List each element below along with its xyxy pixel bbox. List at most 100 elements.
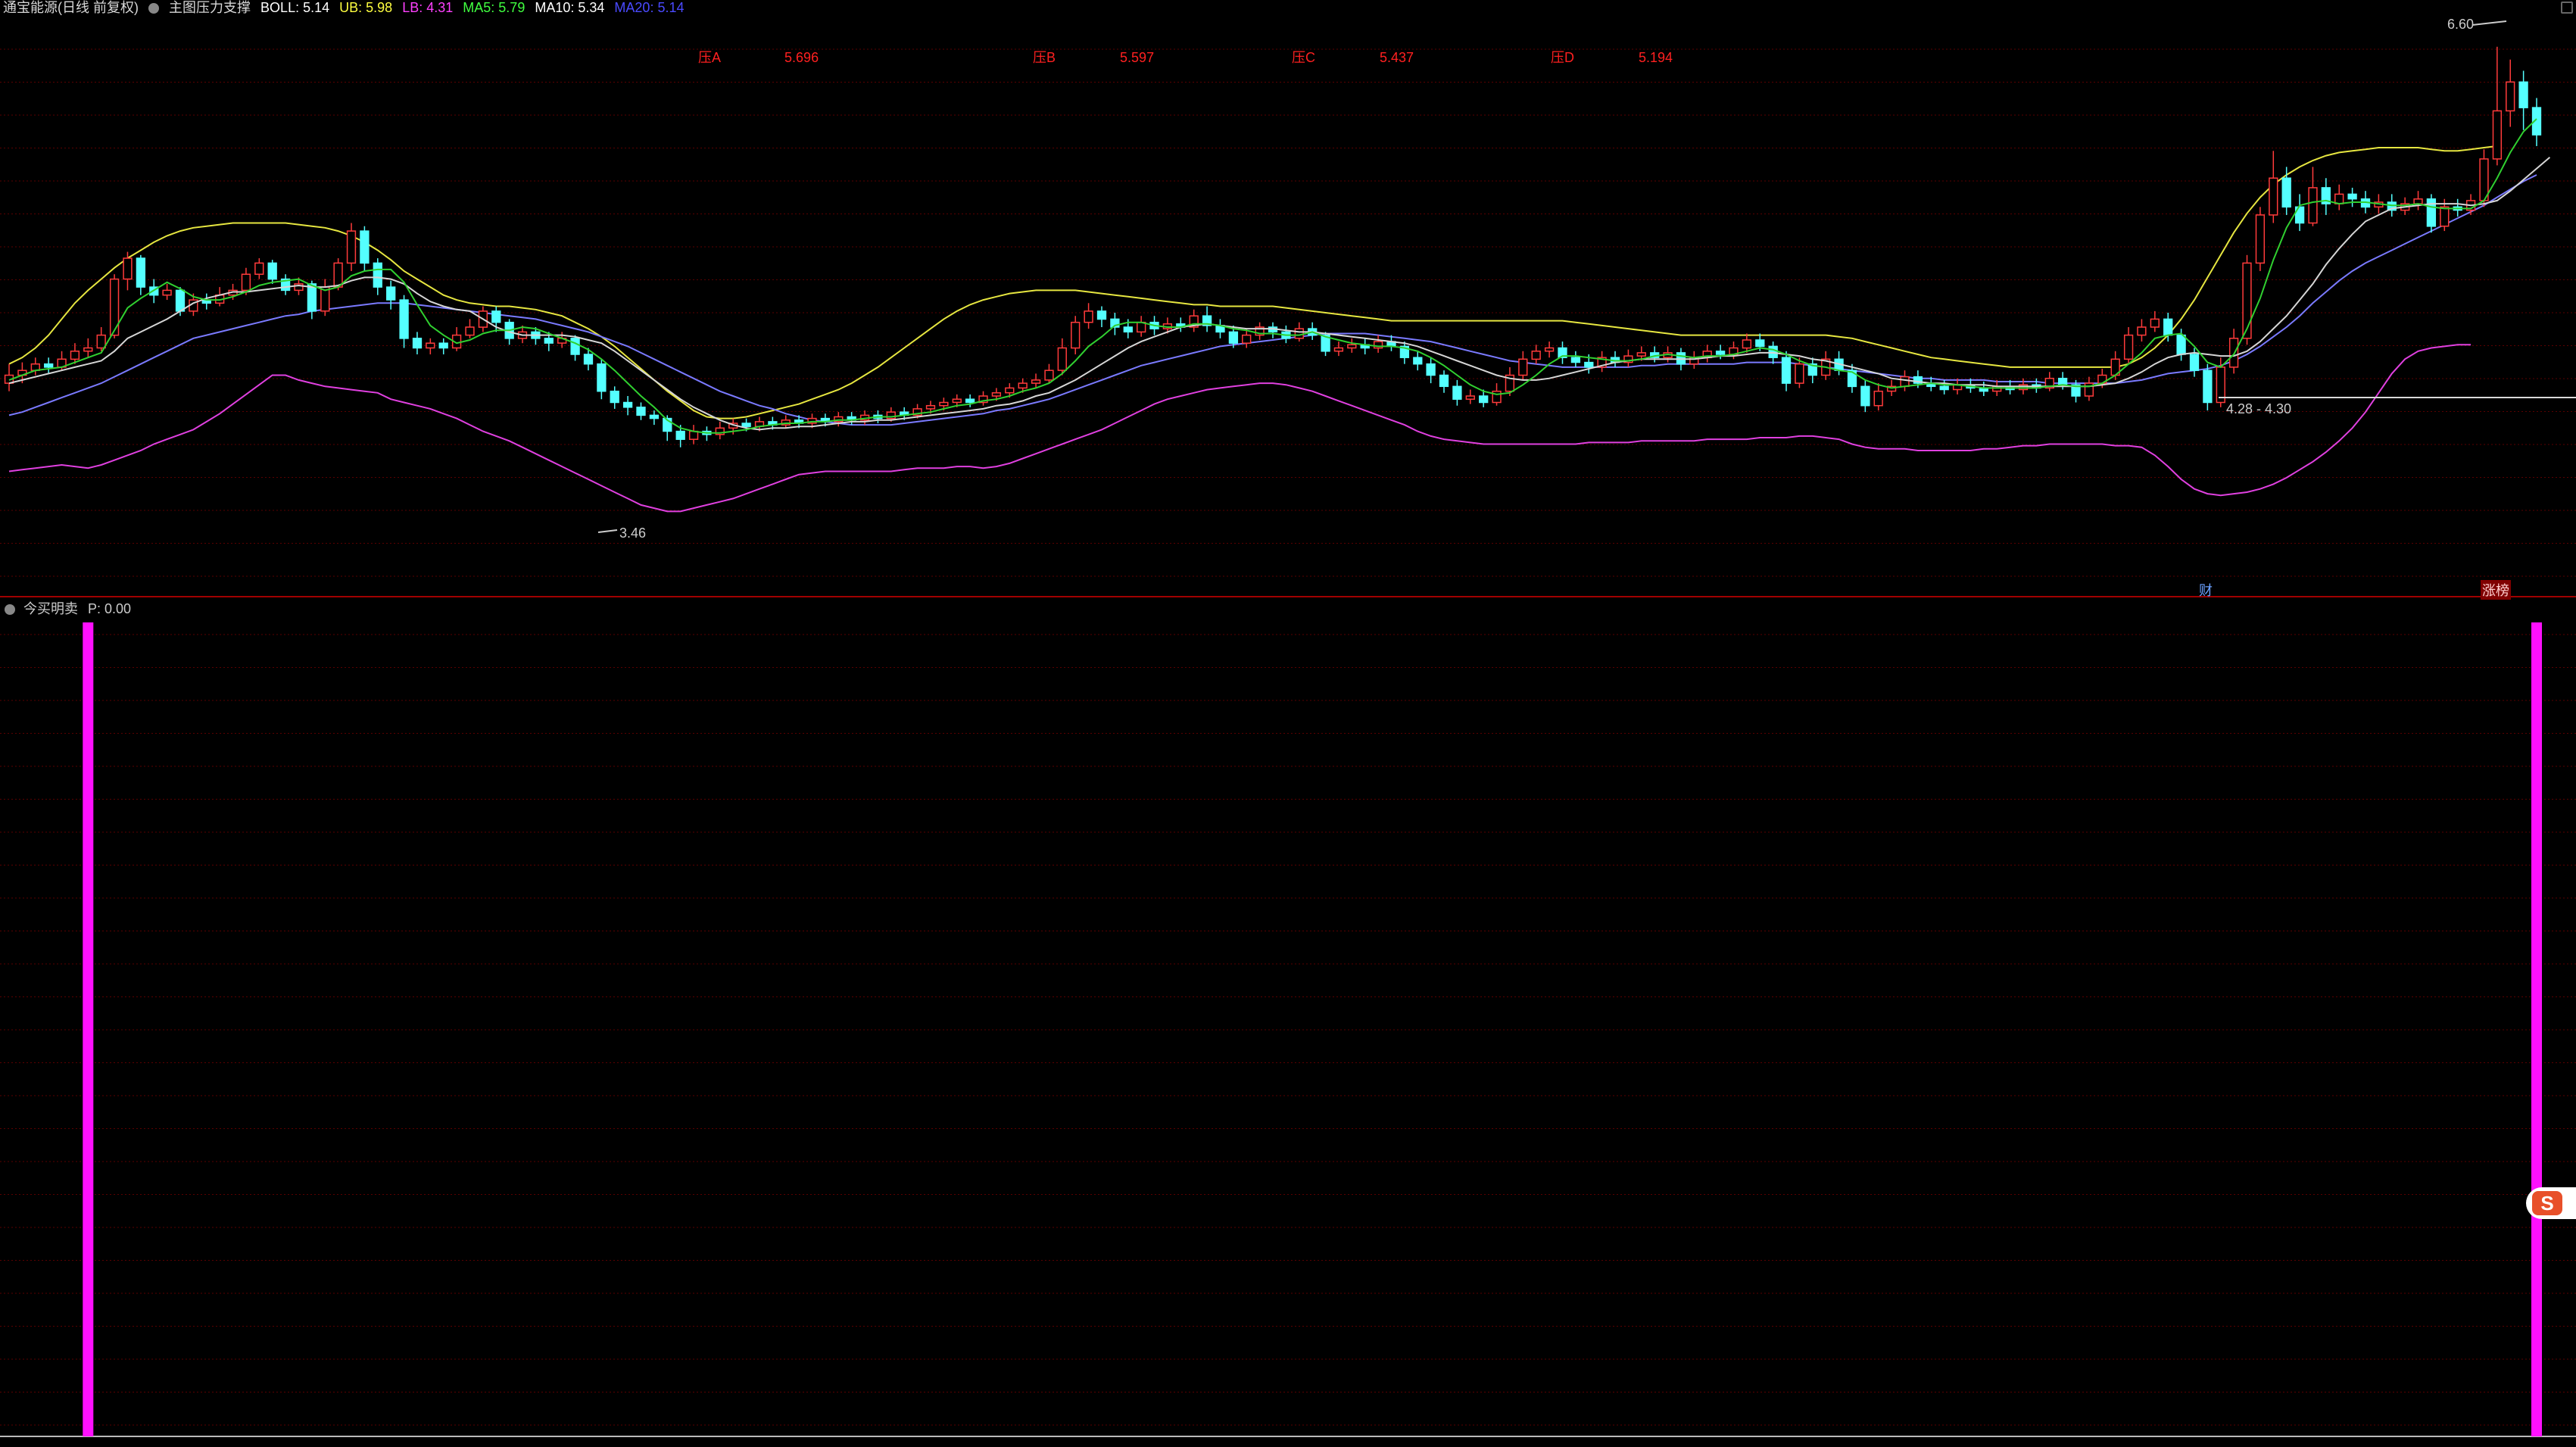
candle-down (399, 299, 409, 339)
candle-down (175, 289, 186, 312)
stock-title: 通宝能源(日线 前复权) (3, 0, 139, 15)
candle-down (1570, 357, 1581, 363)
candle-up (2308, 187, 2318, 224)
candle-down (2189, 354, 2200, 371)
pressure-label-b: 压B 5.597 (1033, 47, 1154, 67)
indicator-name[interactable]: 主图压力支撑 (169, 0, 251, 15)
floating-app-button[interactable]: S (2526, 1187, 2576, 1219)
candle-down (307, 283, 317, 312)
candle-down (1413, 357, 1423, 365)
lb-value: LB: 4.31 (402, 0, 454, 15)
candle-up (2018, 384, 2029, 391)
candle-up (1636, 352, 1646, 357)
candle-down (570, 338, 580, 355)
candle-down (2518, 81, 2528, 108)
pressure-c-name: 压C (1292, 50, 1315, 65)
ma20-value: MA20: 5.14 (614, 0, 685, 15)
candle-up (688, 430, 699, 440)
candle-up (1531, 351, 1541, 360)
candle-down (597, 363, 607, 392)
candle-up (162, 289, 172, 296)
maximize-icon[interactable] (2561, 2, 2573, 14)
candle-up (1742, 339, 1752, 349)
settings-icon[interactable] (148, 3, 160, 14)
candle-down (610, 390, 619, 404)
pressure-b-value: 5.597 (1120, 50, 1155, 65)
ub-value: UB: 5.98 (339, 0, 393, 15)
candle-up (1333, 347, 1344, 352)
candle-down (1715, 351, 1726, 355)
candle-up (83, 347, 93, 352)
candle-down (44, 363, 54, 368)
candle-up (254, 262, 264, 275)
support-range-label: 4.28 - 4.30 (2226, 401, 2292, 416)
candle-up (1465, 395, 1475, 400)
sub-settings-icon[interactable] (5, 604, 15, 615)
candle-down (267, 262, 277, 280)
lb-line (8, 344, 2472, 513)
candle-up (96, 334, 106, 349)
candle-up (939, 401, 949, 407)
low-price-label: 3.46 (619, 525, 647, 541)
chart-header: 通宝能源(日线 前复权) 主图压力支撑 BOLL: 5.14 UB: 5.98 … (3, 0, 690, 15)
candle-down (1439, 374, 1449, 388)
candle-up (1242, 334, 1252, 344)
candle-up (1294, 328, 1304, 339)
candle-down (386, 286, 396, 301)
candle-down (636, 407, 646, 416)
signal-bar (2531, 622, 2542, 1436)
candle-down (649, 414, 660, 419)
candle-up (1873, 390, 1883, 407)
candle-down (438, 342, 448, 349)
candle-down (373, 262, 382, 288)
pressure-d-value: 5.194 (1639, 50, 1673, 65)
sub-indicator-value: P: 0.00 (88, 601, 132, 616)
candle-up (2440, 206, 2450, 227)
candle-down (544, 338, 554, 344)
high-price-label: 6.60 (2447, 17, 2475, 32)
candle-up (1795, 363, 1804, 384)
candle-up (991, 392, 1002, 397)
app-logo-icon: S (2532, 1191, 2562, 1215)
candle-down (1755, 339, 1765, 348)
candle-down (412, 338, 423, 349)
candle-up (2150, 318, 2160, 328)
sub-indicator-name[interactable]: 今买明卖 (23, 601, 78, 616)
low-pointer (597, 529, 618, 533)
finance-badge[interactable]: 财 (2199, 580, 2213, 600)
candle-down (1479, 395, 1489, 404)
candle-up (2137, 326, 2147, 336)
limit-up-badge[interactable]: 涨榜 (2481, 580, 2511, 600)
candle-down (622, 401, 633, 408)
candle-up (1518, 358, 1528, 376)
candle-down (2176, 334, 2186, 355)
candle-up (346, 230, 357, 264)
kline-chart[interactable] (0, 0, 2576, 1447)
candle-up (1018, 382, 1028, 389)
boll-value: BOLL: 5.14 (260, 0, 330, 15)
candle-up (2255, 214, 2266, 264)
candle-down (1860, 385, 1870, 407)
candle-up (2269, 177, 2278, 216)
candle-down (1096, 310, 1107, 320)
candle-up (1005, 387, 1015, 394)
grid-lines (0, 48, 2576, 1426)
candle-up (2506, 81, 2515, 112)
candle-up (426, 342, 435, 349)
candle-down (1123, 326, 1133, 333)
candle-down (2203, 370, 2213, 404)
pressure-d-name: 压D (1551, 50, 1574, 65)
candle-down (675, 430, 685, 440)
candle-up (1031, 379, 1041, 384)
candle-down (491, 310, 501, 323)
pressure-b-name: 压B (1033, 50, 1056, 65)
candle-up (1057, 347, 1067, 371)
ma5-value: MA5: 5.79 (463, 0, 525, 15)
candle-up (333, 262, 343, 288)
candle-down (1426, 363, 1436, 376)
candle-up (70, 351, 80, 360)
high-pointer (2472, 20, 2507, 26)
candle-up (2123, 334, 2134, 360)
candle-down (583, 354, 594, 365)
candle-up (1084, 310, 1093, 323)
